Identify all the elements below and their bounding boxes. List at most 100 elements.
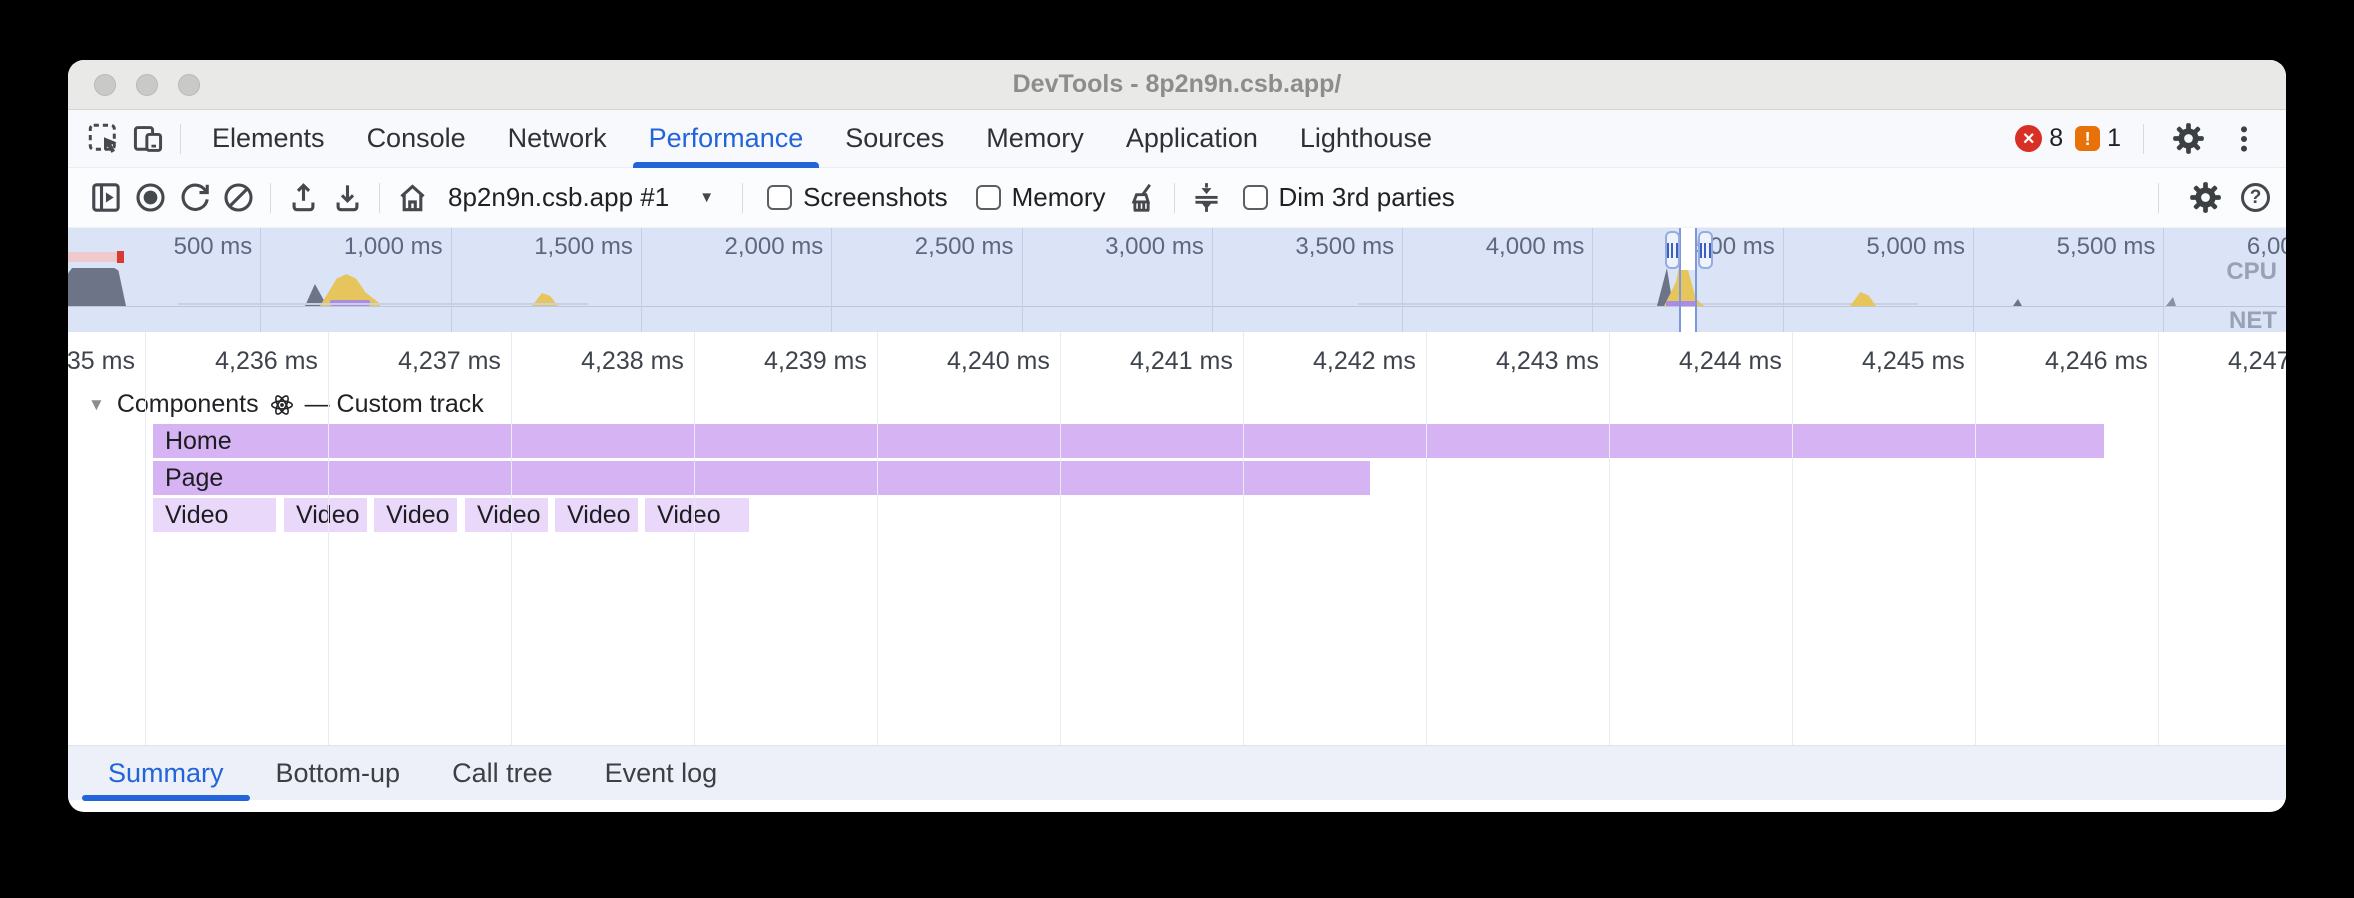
flame-chart-area[interactable]: ▼ Components — Custom track HomePageVide… [68,332,2286,745]
tab-performance[interactable]: Performance [628,110,825,168]
overview-tick-label: 1,000 ms [344,233,443,261]
reload-and-record-button[interactable] [172,176,216,220]
kebab-menu-button[interactable] [2222,117,2266,161]
grip-line [1676,243,1678,258]
overview-tick-label: 6,000 ms [2247,233,2286,261]
overview-tick-label: 2,000 ms [724,233,823,261]
devtools-tab-bar: ElementsConsoleNetworkPerformanceSources… [68,110,2286,168]
warning-icon: ! [2075,126,2100,151]
checkbox-box[interactable] [1243,185,1268,210]
ruler-tick-label: 4,238 ms [581,347,684,376]
ruler-gridline [1243,332,1244,745]
help-icon[interactable]: ? [2241,183,2270,212]
ruler-gridline [694,332,695,745]
selection-right-handle[interactable] [1698,231,1713,269]
checkbox-box[interactable] [767,185,792,210]
collapse-tracks-icon[interactable] [1185,176,1229,220]
dim-3rd-parties-checkbox[interactable]: Dim 3rd parties [1243,182,1455,213]
details-tab-call-tree[interactable]: Call tree [426,746,579,801]
net-lane-label: NET [2229,307,2277,332]
ruler-tick-label: 4,241 ms [1130,347,1233,376]
save-profile-button[interactable] [325,176,369,220]
clear-recording-button[interactable] [216,176,260,220]
target-selector[interactable]: 8p2n9n.csb.app #1 [448,182,669,213]
ruler-tick-label: 4,245 ms [1862,347,1965,376]
tab-lighthouse[interactable]: Lighthouse [1279,110,1453,168]
overview-gridline [1022,228,1023,332]
overview-tick-label: 3,500 ms [1295,233,1394,261]
track-bar-video[interactable]: Video [465,498,548,532]
overview-tick-label: 500 ms [174,233,253,261]
checkbox-box[interactable] [976,185,1001,210]
zoom-window-button[interactable] [178,74,200,96]
details-tab-event-log[interactable]: Event log [579,746,744,801]
overview-tick-label: 5,000 ms [1866,233,1965,261]
selection-window-band[interactable] [1679,228,1697,332]
overview-gridline [1212,228,1213,332]
overview-gridline [1973,228,1974,332]
garbage-collect-icon[interactable] [1120,176,1164,220]
timeline-overview[interactable]: CPU NET 500 ms1,000 ms1,500 ms2,000 ms2,… [68,228,2286,332]
cpu-activity-flatline [1358,303,1918,305]
toggle-sidebar-button[interactable] [84,176,128,220]
tab-memory[interactable]: Memory [965,110,1105,168]
screenshots-checkbox[interactable]: Screenshots [767,182,948,213]
tab-sources[interactable]: Sources [824,110,965,168]
home-button[interactable] [390,176,434,220]
details-tab-summary[interactable]: Summary [82,746,250,801]
chevron-down-icon[interactable]: ▼ [699,189,714,206]
grip-line [1709,243,1711,258]
capture-settings-gear-button[interactable] [2183,176,2227,220]
overview-tick-label: 5,500 ms [2057,233,2156,261]
overview-network-bar-red-tip [117,251,124,263]
ruler-gridline [1426,332,1427,745]
ruler-gridline [1060,332,1061,745]
close-window-button[interactable] [94,74,116,96]
track-bar-page[interactable]: Page [153,461,1370,495]
panel-tabs: ElementsConsoleNetworkPerformanceSources… [191,110,1453,168]
load-profile-button[interactable] [281,176,325,220]
track-bar-home[interactable]: Home [153,424,2104,458]
record-button[interactable] [128,176,172,220]
tab-network[interactable]: Network [487,110,628,168]
details-tab-bar: SummaryBottom-upCall treeEvent log [68,745,2286,800]
track-bar-video[interactable]: Video [153,498,276,532]
minimize-window-button[interactable] [136,74,158,96]
error-count-badge[interactable]: × 8 [2015,124,2063,153]
error-icon: × [2015,125,2042,152]
active-tab-underline [633,162,820,168]
overview-gridline [1783,228,1784,332]
device-toolbar-button[interactable] [126,117,170,161]
active-details-tab-underline [82,795,250,801]
cpu-activity-notch [2166,297,2176,306]
tab-console[interactable]: Console [346,110,487,168]
warning-count: 1 [2107,124,2121,153]
ruler-tick-label: 4,239 ms [764,347,867,376]
settings-gear-button[interactable] [2166,117,2210,161]
collapse-triangle-icon[interactable]: ▼ [88,395,105,415]
ruler-tick-label: 4,247 ms [2228,347,2286,376]
performance-toolbar: 8p2n9n.csb.app #1 ▼ Screenshots Memory [68,168,2286,228]
custom-track-header[interactable]: ▼ Components — Custom track [88,390,484,419]
grip-line [1700,243,1702,258]
cpu-activity-flatline [178,303,588,305]
overview-gridline [1402,228,1403,332]
inspect-element-button[interactable] [82,117,126,161]
details-tab-bottom-up[interactable]: Bottom-up [250,746,427,801]
window-title-bar[interactable]: DevTools - 8p2n9n.csb.app/ [68,60,2286,110]
track-bar-video[interactable]: Video [374,498,457,532]
track-bar-video[interactable]: Video [645,498,749,532]
ruler-tick-label: 4,240 ms [947,347,1050,376]
selection-left-handle[interactable] [1665,231,1680,269]
ruler-tick-label: 4,237 ms [398,347,501,376]
tab-elements[interactable]: Elements [191,110,346,168]
memory-checkbox[interactable]: Memory [976,182,1106,213]
track-suffix: — Custom track [305,390,484,419]
track-bar-video[interactable]: Video [284,498,367,532]
overview-gridline [260,228,261,332]
tab-application[interactable]: Application [1105,110,1279,168]
warning-count-badge[interactable]: ! 1 [2075,124,2121,153]
track-bar-video[interactable]: Video [555,498,638,532]
ruler-gridline [328,332,329,745]
overview-tick-label: 2,500 ms [915,233,1014,261]
